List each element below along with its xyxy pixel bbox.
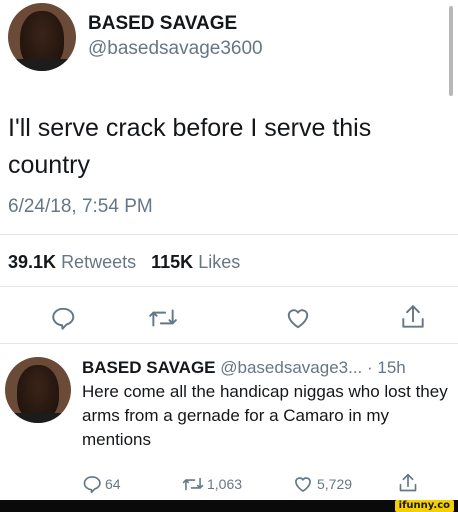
reply-retweet-count: 1,063 <box>207 476 243 492</box>
heart-icon <box>287 309 309 329</box>
avatar-shirt <box>8 59 76 71</box>
reply-retweet-button[interactable]: 1,063 <box>182 474 242 494</box>
divider <box>0 286 458 287</box>
reply-author-name[interactable]: BASED SAVAGE <box>82 358 216 377</box>
share-icon <box>402 305 424 328</box>
author-handle[interactable]: @basedsavage3600 <box>88 38 263 60</box>
tweet-text: I'll serve crack before I serve this cou… <box>8 114 372 179</box>
retweet-icon <box>182 477 204 491</box>
share-button[interactable] <box>400 303 426 331</box>
watermark-bar <box>0 500 458 512</box>
reply-author-handle[interactable]: @basedsavage3... <box>220 358 362 377</box>
share-icon <box>399 473 417 492</box>
ifunny-watermark: ifunny.co <box>394 500 454 512</box>
tweet-timestamp[interactable]: 6/24/18, 7:54 PM <box>8 196 153 218</box>
reply-icon <box>83 476 101 494</box>
author-display-name[interactable]: BASED SAVAGE <box>88 13 237 35</box>
reply-reply-button[interactable]: 64 <box>82 474 121 494</box>
heart-icon <box>295 477 311 492</box>
retweet-icon <box>149 309 177 327</box>
reply-header: BASED SAVAGE @basedsavage3... · 15h <box>82 358 406 378</box>
like-button[interactable] <box>284 305 312 331</box>
retweets-count[interactable]: 39.1K <box>8 252 56 272</box>
reply-button[interactable] <box>50 305 76 331</box>
likes-count[interactable]: 115K <box>151 252 193 272</box>
retweet-button[interactable] <box>148 305 178 331</box>
scrollbar[interactable] <box>449 6 453 96</box>
reply-count: 64 <box>105 476 121 492</box>
author-avatar[interactable] <box>8 3 76 71</box>
divider <box>0 234 458 235</box>
divider <box>0 343 458 344</box>
reply-time[interactable]: · 15h <box>367 358 406 377</box>
reply-icon <box>52 307 75 330</box>
retweets-label[interactable]: Retweets <box>61 252 136 272</box>
tweet-stats: 39.1K Retweets 115K Likes <box>8 252 240 273</box>
avatar-shirt <box>5 413 71 423</box>
reply-text: Here come all the handicap niggas who lo… <box>82 382 448 449</box>
reply-like-button[interactable]: 5,729 <box>292 474 352 494</box>
likes-label[interactable]: Likes <box>198 252 240 272</box>
reply-author-avatar[interactable] <box>5 357 71 423</box>
reply-share-button[interactable] <box>398 472 418 494</box>
reply-like-count: 5,729 <box>317 476 353 492</box>
